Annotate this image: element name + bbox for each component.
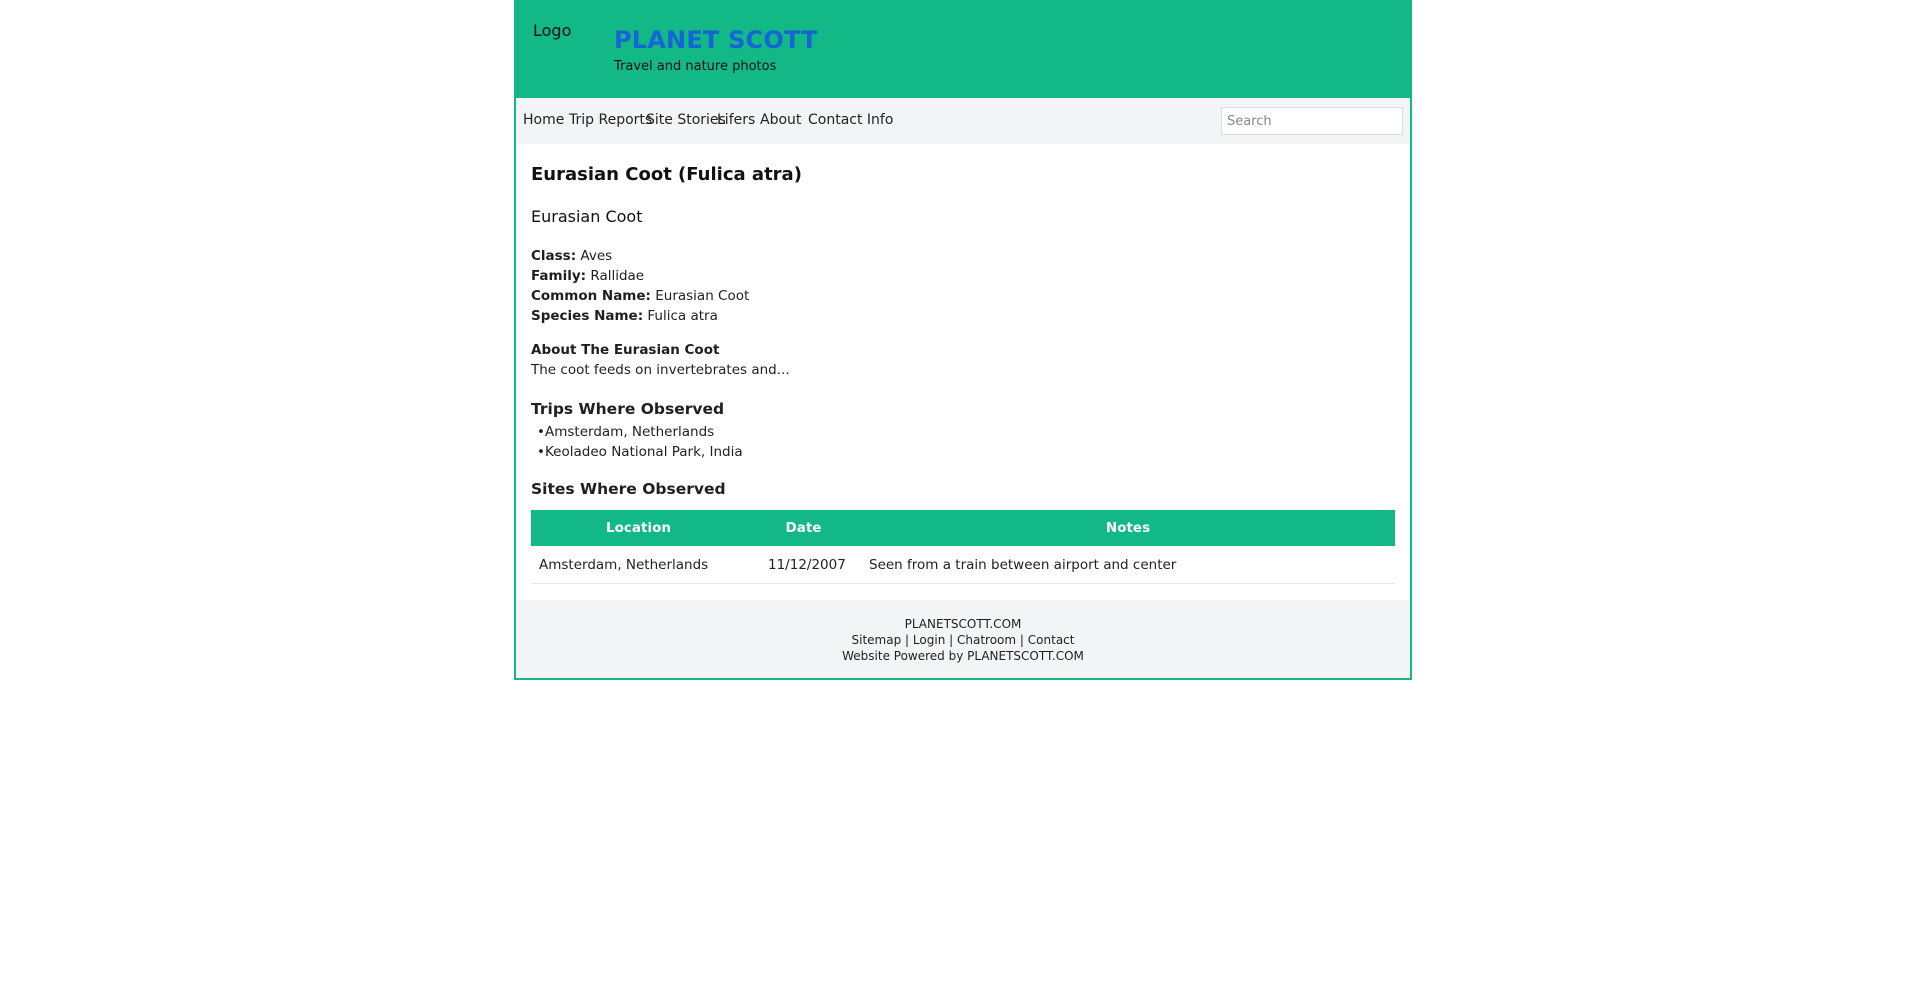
fact-class: Class: Aves (531, 246, 749, 266)
table-cell-location[interactable]: Amsterdam, Netherlands (531, 546, 746, 584)
column-header-date: Date (746, 510, 861, 546)
species-subtitle: Eurasian Coot (531, 207, 643, 226)
site-header: Logo PLANET SCOTT Travel and nature phot… (516, 0, 1410, 98)
about-title: About The Eurasian Coot (531, 342, 720, 358)
footer-site-name: PLANETSCOTT.COM (904, 617, 1022, 631)
footer-link-login[interactable]: Login (913, 633, 945, 647)
fact-value: Fulica atra (647, 308, 718, 324)
footer-link-sitemap[interactable]: Sitemap (852, 633, 902, 647)
table-cell-notes: Seen from a train between airport and ce… (861, 546, 1395, 584)
fact-value: Aves (580, 248, 613, 264)
about-text: The coot feeds on invertebrates and... (531, 362, 790, 378)
page-container: Logo PLANET SCOTT Travel and nature phot… (514, 0, 1412, 680)
page-title: Eurasian Coot (Fulica atra) (531, 164, 802, 185)
nav-item-site-stories[interactable]: Site Stories (646, 112, 726, 128)
fact-family: Family: Rallidae (531, 266, 749, 286)
fact-label: Species Name: (531, 308, 644, 324)
footer-link-chatroom[interactable]: Chatroom (957, 633, 1016, 647)
fact-value: Eurasian Coot (655, 288, 750, 304)
nav-item-lifers[interactable]: Lifers (717, 112, 755, 128)
trips-list: Amsterdam, Netherlands Keoladeo National… (531, 422, 743, 462)
footer-links: Sitemap | Login | Chatroom | Contact (516, 632, 1410, 648)
nav-item-contact-info[interactable]: Contact Info (808, 112, 893, 128)
trips-title: Trips Where Observed (531, 400, 725, 418)
footer-powered-by: Website Powered by PLANETSCOTT.COM (842, 649, 1084, 663)
fact-label: Family: (531, 268, 587, 284)
site-footer: PLANETSCOTT.COM Sitemap | Login | Chatro… (516, 600, 1410, 678)
column-header-notes: Notes (861, 510, 1395, 546)
nav-item-home[interactable]: Home (523, 112, 564, 128)
sites-table: Location Date Notes Amsterdam, Netherlan… (531, 510, 1395, 584)
footer-separator: | (1019, 633, 1024, 647)
site-title[interactable]: PLANET SCOTT (614, 26, 818, 54)
logo[interactable]: Logo (533, 21, 571, 40)
main-nav: Home Trip Reports Site Stories Lifers Ab… (516, 98, 1410, 144)
nav-item-trip-reports[interactable]: Trip Reports (569, 112, 652, 128)
footer-separator: | (949, 633, 954, 647)
nav-item-about[interactable]: About (760, 112, 801, 128)
fact-label: Common Name: (531, 288, 651, 304)
sites-title: Sites Where Observed (531, 480, 726, 498)
list-item[interactable]: Keoladeo National Park, India (531, 442, 743, 462)
fact-label: Class: (531, 248, 577, 264)
table-cell-date: 11/12/2007 (746, 546, 861, 584)
table-header-row: Location Date Notes (531, 510, 1395, 546)
species-facts: Class: Aves Family: Rallidae Common Name… (531, 246, 749, 326)
list-item[interactable]: Amsterdam, Netherlands (531, 422, 743, 442)
table-row: Amsterdam, Netherlands 11/12/2007 Seen f… (531, 546, 1395, 584)
search-input[interactable] (1221, 107, 1403, 135)
fact-species-name: Species Name: Fulica atra (531, 306, 749, 326)
fact-value: Rallidae (590, 268, 645, 284)
footer-link-contact[interactable]: Contact (1028, 633, 1075, 647)
footer-separator: | (905, 633, 910, 647)
column-header-location: Location (531, 510, 746, 546)
fact-common-name: Common Name: Eurasian Coot (531, 286, 749, 306)
site-tagline: Travel and nature photos (614, 59, 777, 74)
